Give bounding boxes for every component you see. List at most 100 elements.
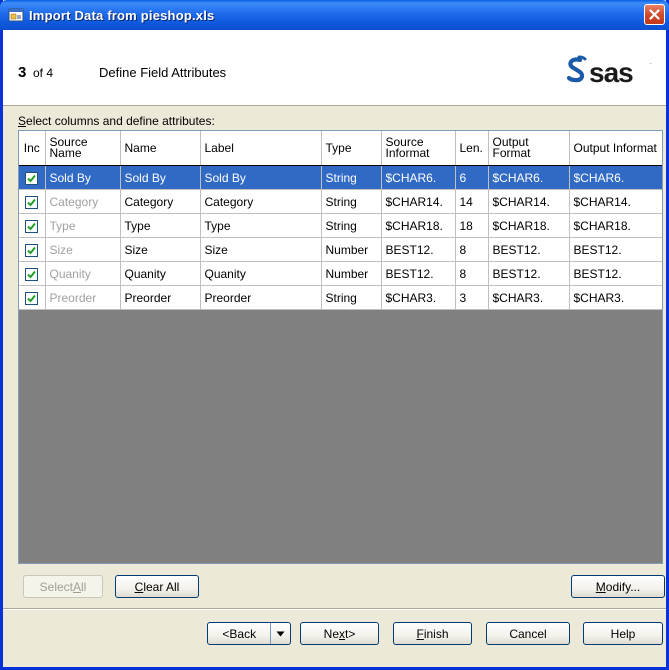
back-dropdown-button[interactable] xyxy=(271,623,290,644)
cell-name[interactable]: Preorder xyxy=(120,285,201,310)
cancel-button[interactable]: Cancel xyxy=(486,622,570,645)
cell-output-informat[interactable]: BEST12. xyxy=(569,237,662,262)
table-row[interactable]: Size Size Size Number BEST12. 8 BEST12. … xyxy=(19,237,662,262)
back-split-button[interactable]: < Back xyxy=(207,622,291,645)
column-header-source-informat[interactable]: Source Informat xyxy=(381,131,456,166)
column-header-name[interactable]: Name xyxy=(120,131,201,166)
title-bar[interactable]: Import Data from pieshop.xls xyxy=(0,0,669,30)
grid-instruction-label: Select columns and define attributes: xyxy=(18,114,215,128)
cell-len[interactable]: 8 xyxy=(455,261,489,286)
cell-output-format[interactable]: $CHAR6. xyxy=(488,165,570,190)
cell-source-informat: $CHAR3. xyxy=(381,285,456,310)
check-icon xyxy=(27,246,37,255)
wizard-header: 3 of 4 Define Field Attributes sas . xyxy=(3,30,666,106)
cell-type[interactable]: String xyxy=(321,285,382,310)
next-button[interactable]: Ne x t> xyxy=(300,622,379,645)
check-icon xyxy=(27,294,37,303)
table-row[interactable]: Sold By Sold By Sold By String $CHAR6. 6… xyxy=(19,165,662,190)
column-header-inc[interactable]: Inc xyxy=(19,131,46,166)
cell-type[interactable]: String xyxy=(321,189,382,214)
field-attributes-grid[interactable]: Inc Source Name Name Label Type Source I… xyxy=(18,130,663,564)
table-row[interactable]: Preorder Preorder Preorder String $CHAR3… xyxy=(19,285,662,310)
help-button[interactable]: Help xyxy=(583,622,663,645)
cell-label[interactable]: Quanity xyxy=(200,261,322,286)
check-icon xyxy=(27,222,37,231)
cell-source-informat: $CHAR14. xyxy=(381,189,456,214)
include-checkbox[interactable] xyxy=(25,267,39,281)
cell-len[interactable]: 14 xyxy=(455,189,489,214)
cell-source-informat: BEST12. xyxy=(381,261,456,286)
cell-source-informat: $CHAR6. xyxy=(381,165,456,190)
cell-len[interactable]: 3 xyxy=(455,285,489,310)
cell-len[interactable]: 8 xyxy=(455,237,489,262)
close-button[interactable] xyxy=(644,4,665,25)
cell-source-informat: $CHAR18. xyxy=(381,213,456,238)
cell-source-informat: BEST12. xyxy=(381,237,456,262)
column-header-source-name[interactable]: Source Name xyxy=(45,131,121,166)
include-checkbox[interactable] xyxy=(25,243,39,257)
check-icon xyxy=(27,174,37,183)
button-separator xyxy=(3,608,666,610)
include-checkbox[interactable] xyxy=(25,171,39,185)
cell-label[interactable]: Size xyxy=(200,237,322,262)
column-header-output-informat[interactable]: Output Informat xyxy=(569,131,662,166)
sas-logo: sas . xyxy=(566,55,652,88)
import-wizard-icon xyxy=(8,7,24,23)
column-header-label[interactable]: Label xyxy=(200,131,322,166)
cell-label[interactable]: Category xyxy=(200,189,322,214)
cell-type[interactable]: Number xyxy=(321,237,382,262)
cell-type[interactable]: String xyxy=(321,213,382,238)
cell-name[interactable]: Type xyxy=(120,213,201,238)
column-header-output-format[interactable]: Output Format xyxy=(488,131,570,166)
step-title: Define Field Attributes xyxy=(99,65,227,80)
cell-name[interactable]: Sold By xyxy=(120,165,201,190)
column-header-type[interactable]: Type xyxy=(321,131,382,166)
cell-output-format[interactable]: $CHAR18. xyxy=(488,213,570,238)
table-row[interactable]: Quanity Quanity Quanity Number BEST12. 8… xyxy=(19,261,662,286)
cell-name[interactable]: Quanity xyxy=(120,261,201,286)
cell-source-name: Category xyxy=(45,189,121,214)
table-row[interactable]: Type Type Type String $CHAR18. 18 $CHAR1… xyxy=(19,213,662,238)
cell-label[interactable]: Preorder xyxy=(200,285,322,310)
back-button[interactable]: < Back xyxy=(208,623,272,644)
cell-output-informat[interactable]: $CHAR18. xyxy=(569,213,662,238)
window-title: Import Data from pieshop.xls xyxy=(29,7,215,23)
select-all-button[interactable]: Select All xyxy=(23,575,103,598)
check-icon xyxy=(27,198,37,207)
step-of-total: of 4 xyxy=(33,66,54,80)
cell-len[interactable]: 18 xyxy=(455,213,489,238)
cell-name[interactable]: Size xyxy=(120,237,201,262)
import-wizard-window: Import Data from pieshop.xls 3 of 4 Defi… xyxy=(0,0,669,670)
cell-output-informat[interactable]: $CHAR3. xyxy=(569,285,662,310)
cell-label[interactable]: Type xyxy=(200,213,322,238)
cell-source-name: Quanity xyxy=(45,261,121,286)
cell-label[interactable]: Sold By xyxy=(200,165,322,190)
column-header-len[interactable]: Len. xyxy=(455,131,489,166)
include-checkbox[interactable] xyxy=(25,291,39,305)
cell-source-name: Preorder xyxy=(45,285,121,310)
cell-source-name: Type xyxy=(45,213,121,238)
include-checkbox[interactable] xyxy=(25,219,39,233)
cell-output-informat[interactable]: $CHAR6. xyxy=(569,165,662,190)
finish-button[interactable]: Finish xyxy=(393,622,472,645)
cell-output-format[interactable]: BEST12. xyxy=(488,261,570,286)
cell-output-informat[interactable]: $CHAR14. xyxy=(569,189,662,214)
cell-name[interactable]: Category xyxy=(120,189,201,214)
clear-all-button[interactable]: Clear All xyxy=(115,575,199,598)
table-row[interactable]: Category Category Category String $CHAR1… xyxy=(19,189,662,214)
include-checkbox[interactable] xyxy=(25,195,39,209)
cell-output-format[interactable]: BEST12. xyxy=(488,237,570,262)
close-icon xyxy=(649,9,660,20)
svg-text:.: . xyxy=(650,60,652,66)
cell-output-format[interactable]: $CHAR14. xyxy=(488,189,570,214)
svg-text:sas: sas xyxy=(589,57,633,88)
cell-len[interactable]: 6 xyxy=(455,165,489,190)
cell-output-format[interactable]: $CHAR3. xyxy=(488,285,570,310)
cell-output-informat[interactable]: BEST12. xyxy=(569,261,662,286)
step-number: 3 xyxy=(18,64,27,81)
cell-type[interactable]: String xyxy=(321,165,382,190)
cell-type[interactable]: Number xyxy=(321,261,382,286)
cell-source-name: Sold By xyxy=(45,165,121,190)
grid-header-row: Inc Source Name Name Label Type Source I… xyxy=(19,131,662,166)
modify-button[interactable]: Modify... xyxy=(571,575,665,598)
